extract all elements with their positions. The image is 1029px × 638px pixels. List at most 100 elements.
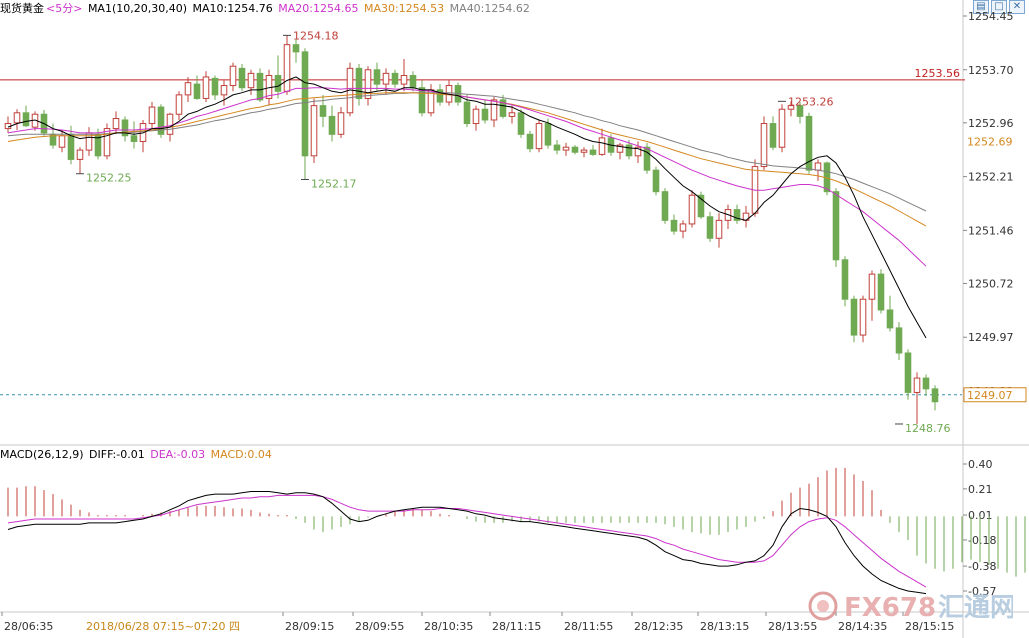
time-axis-label: 28/06:35 (4, 620, 53, 633)
candle-body (580, 149, 588, 153)
candle-body (229, 65, 237, 87)
high-annotation-2: 1253.26 (788, 95, 834, 108)
candle-body (211, 77, 219, 96)
candle-body (598, 137, 606, 155)
candle-body (769, 123, 777, 148)
candle-body (706, 216, 714, 239)
candle-body (625, 144, 633, 157)
time-axis-label: 28/12:35 (634, 620, 683, 633)
candle-body (418, 87, 426, 114)
high-annotation-1: 1254.18 (293, 29, 339, 42)
current-price-label: 1249.07 (967, 389, 1013, 402)
candle-body (256, 72, 264, 101)
candle-body (490, 99, 498, 121)
price-tick-label: 1252.96 (968, 117, 1014, 130)
candle-body (400, 75, 408, 85)
time-axis-label: 28/11:15 (492, 620, 541, 633)
svg-text:汇通网: 汇通网 (938, 593, 1013, 623)
candle-body (877, 273, 885, 311)
low-annotation-2: 1252.17 (311, 177, 357, 190)
candle-body (670, 219, 678, 232)
candle-body (850, 298, 858, 336)
candle-body (184, 82, 192, 96)
candle-body (661, 191, 669, 221)
candle-body (508, 112, 516, 117)
candle-body (166, 113, 174, 135)
candle-body (373, 69, 381, 85)
candle-body (526, 133, 534, 150)
candle-body (589, 149, 597, 155)
candle-body (328, 115, 336, 135)
candle-body (391, 72, 399, 85)
candle-body (148, 106, 156, 125)
candle-body (67, 133, 75, 160)
candle-body (517, 112, 525, 135)
candle-body (310, 105, 318, 157)
price-level-label: 1253.56 (915, 67, 961, 80)
candle-body (130, 135, 138, 142)
candle-body (409, 75, 417, 89)
candle-body (859, 298, 867, 336)
current-ma-label: 1252.69 (967, 136, 1013, 149)
candle-body (58, 135, 66, 148)
candle-body (175, 94, 183, 115)
candle-body (535, 123, 543, 150)
candle-body (679, 223, 687, 232)
date-tooltip: 2018/06/28 07:15~07:20 四 (84, 618, 243, 634)
macd-tick-label: 0.40 (968, 458, 993, 471)
price-tick-label: 1252.21 (968, 171, 1014, 184)
candle-body (481, 108, 489, 121)
time-axis-label: 28/09:55 (355, 620, 404, 633)
watermark-logo: FX678 汇通网 (808, 591, 1013, 623)
candle-body (778, 108, 786, 148)
diff-line (7, 491, 927, 595)
candle-body (292, 44, 300, 53)
candle-body (22, 112, 30, 127)
chart-window: 现货黄金 <5分> MA1(10,20,30,40) MA10:1254.76 M… (0, 0, 1029, 638)
candle-body (688, 194, 696, 225)
time-axis-label: 28/13:15 (700, 620, 749, 633)
time-axis-label: 28/09:15 (285, 620, 334, 633)
candle-body (76, 149, 84, 160)
time-axis-label: 28/10:35 (424, 620, 473, 633)
candle-body (472, 108, 480, 125)
time-axis-label: 28/11:55 (564, 620, 613, 633)
svg-text:FX678: FX678 (844, 593, 936, 623)
price-tick-label: 1254.45 (968, 10, 1014, 23)
candle-body (103, 128, 111, 157)
chart-svg: 1254.45 1253.70 1252.96 1252.21 1251.46 1250.… (0, 0, 1029, 638)
candle-body (193, 83, 201, 99)
candle-body (364, 69, 372, 99)
candle-body (895, 327, 903, 354)
candle-body (112, 118, 120, 130)
candle-body (571, 146, 579, 153)
candle-body (643, 146, 651, 171)
macd-tick-label: -0.18 (968, 534, 996, 547)
low-annotation-3: 1248.76 (905, 422, 951, 435)
candle-body (283, 44, 291, 92)
candle-body (832, 191, 840, 261)
candle-body (319, 105, 327, 117)
candle-body (274, 75, 282, 92)
candle-body (544, 123, 552, 146)
candle-body (814, 162, 822, 171)
candle-body (886, 309, 894, 329)
candle-body (382, 72, 390, 85)
dea-line (7, 494, 927, 588)
candle-body (715, 219, 723, 239)
candle-body (301, 51, 309, 157)
candle-body (760, 123, 768, 168)
candle-body (13, 112, 21, 124)
candle-body (247, 72, 255, 89)
price-tick-label: 1253.70 (968, 64, 1014, 77)
candle-body (922, 377, 930, 390)
price-tick-label: 1251.46 (968, 224, 1014, 237)
candle-body (337, 112, 345, 135)
candle-body (841, 259, 849, 300)
candle-body (652, 169, 660, 193)
candle-body (904, 352, 912, 393)
candle-body (562, 146, 570, 151)
low-annotation-1: 1252.25 (86, 172, 132, 185)
candle-body (913, 377, 921, 393)
price-tick-label: 1250.72 (968, 277, 1014, 290)
